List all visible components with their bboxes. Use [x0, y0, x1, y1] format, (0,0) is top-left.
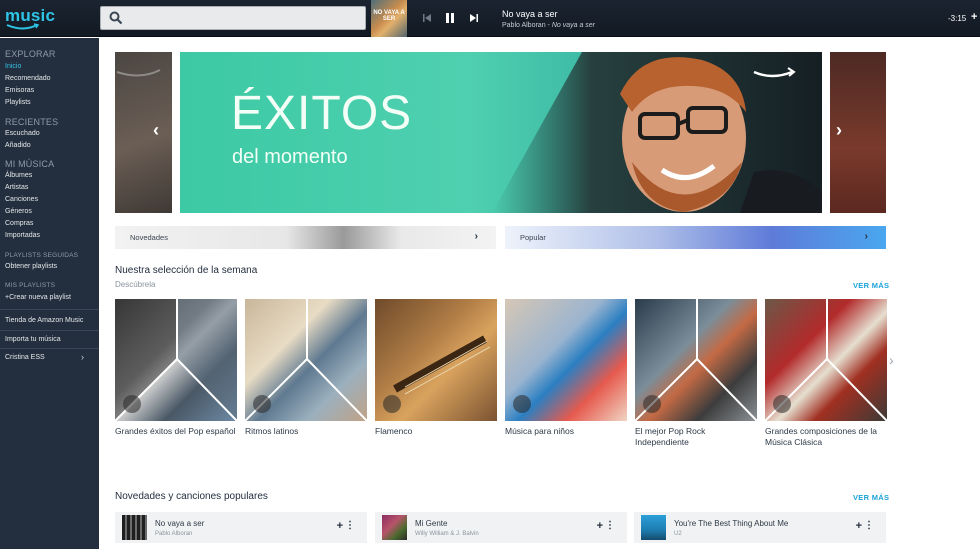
song-title: Mi Gente — [415, 519, 448, 528]
novedades-link[interactable]: Novedades › — [115, 226, 496, 249]
playlist-card-label[interactable]: Flamenco — [375, 426, 501, 437]
previous-track-icon[interactable] — [422, 10, 432, 26]
sidebar-item-playlists[interactable]: Playlists — [5, 99, 31, 106]
song-art — [641, 515, 666, 540]
create-playlist-link[interactable]: +Crear nueva playlist — [5, 294, 71, 301]
now-playing-album: No vaya a ser — [551, 22, 596, 29]
sidebar-item-artistas[interactable]: Artistas — [5, 184, 28, 191]
amazon-music-logo[interactable]: music — [5, 6, 55, 32]
song-artist[interactable]: U2 — [674, 531, 682, 537]
song-title: You're The Best Thing About Me — [674, 519, 789, 528]
song-art — [122, 515, 147, 540]
amazon-smile-icon — [116, 69, 161, 77]
playlist-card-label[interactable]: Música para niños — [505, 426, 631, 437]
section-title: Novedades y canciones populares — [115, 491, 268, 502]
next-track-icon[interactable] — [469, 10, 479, 26]
playlist-card[interactable] — [765, 299, 887, 421]
carousel-prev-arrow-icon[interactable]: ‹ — [153, 120, 159, 141]
sidebar-item-anadido[interactable]: Añadido — [5, 142, 31, 149]
sidebar-divider — [0, 330, 99, 331]
playlist-card[interactable] — [375, 299, 497, 421]
add-icon[interactable]: + — [597, 520, 603, 532]
sidebar-account[interactable]: Cristina ESS — [5, 354, 45, 361]
now-playing-subtitle[interactable]: Pablo Alboran - No vaya a ser — [502, 22, 595, 29]
now-playing-title[interactable]: No vaya a ser — [502, 9, 558, 19]
hero-subtitle: del momento — [232, 146, 348, 168]
sidebar: EXPLORAR Inicio Recomendado Emisoras Pla… — [0, 38, 99, 549]
chevron-right-icon[interactable]: › — [81, 352, 84, 362]
sidebar-item-emisoras[interactable]: Emisoras — [5, 87, 34, 94]
time-remaining: -3:15 — [948, 14, 967, 23]
sidebar-heading-recent: RECIENTES — [5, 117, 59, 127]
now-playing-album-art[interactable]: NO VAYA A SER — [371, 0, 407, 37]
sidebar-heading-explore: EXPLORAR — [5, 49, 56, 59]
sidebar-divider — [0, 309, 99, 310]
pill-label: Popular — [520, 233, 546, 242]
sidebar-item-escuchado[interactable]: Escuchado — [5, 130, 40, 137]
radio-icon[interactable] — [773, 395, 791, 413]
song-row[interactable]: Mi Gente Willy William & J. Balvin + ⋮ — [375, 512, 627, 543]
search-icon — [109, 11, 123, 25]
add-icon[interactable]: + — [856, 520, 862, 532]
radio-icon[interactable] — [123, 395, 141, 413]
see-more-link[interactable]: VER MÁS — [853, 281, 889, 290]
song-row[interactable]: You're The Best Thing About Me U2 + ⋮ — [634, 512, 886, 543]
sidebar-item-importadas[interactable]: Importadas — [5, 232, 40, 239]
playlist-card[interactable] — [505, 299, 627, 421]
search-input[interactable] — [100, 6, 366, 30]
radio-icon[interactable] — [643, 395, 661, 413]
section-subtitle: Descúbrela — [115, 280, 156, 289]
sidebar-heading-followed: PLAYLISTS SEGUIDAS — [5, 252, 79, 259]
sidebar-item-recomendado[interactable]: Recomendado — [5, 75, 51, 82]
popular-link[interactable]: Popular › — [505, 226, 886, 249]
sidebar-divider — [0, 348, 99, 349]
song-art — [382, 515, 407, 540]
hero-banner[interactable]: ÉXITOS del momento — [180, 52, 822, 213]
song-title: No vaya a ser — [155, 519, 205, 528]
sidebar-heading-my-music: MI MÚSICA — [5, 159, 55, 169]
playlist-card[interactable] — [115, 299, 237, 421]
album-art-text: NO VAYA A SER — [373, 10, 405, 22]
more-options-icon[interactable]: ⋮ — [605, 520, 615, 531]
radio-icon[interactable] — [383, 395, 401, 413]
more-options-icon[interactable]: ⋮ — [345, 520, 355, 531]
song-artist[interactable]: Willy William & J. Balvin — [415, 531, 479, 537]
artist-photo — [492, 52, 822, 213]
add-icon[interactable]: + — [337, 520, 343, 532]
sidebar-item-import[interactable]: Importa tu música — [5, 336, 61, 343]
see-more-link[interactable]: VER MÁS — [853, 493, 889, 502]
now-playing-artist: Pablo Alboran — [502, 22, 546, 29]
sidebar-item-generos[interactable]: Géneros — [5, 208, 32, 215]
row-next-arrow-icon[interactable]: › — [889, 352, 894, 368]
song-artist[interactable]: Pablo Alboran — [155, 531, 192, 537]
smile-icon — [6, 23, 40, 30]
sidebar-item-inicio[interactable]: Inicio — [5, 63, 21, 70]
playlist-card[interactable] — [635, 299, 757, 421]
pause-icon[interactable] — [444, 10, 456, 26]
sidebar-heading-my-playlists: MIS PLAYLISTS — [5, 282, 56, 289]
playlist-card-label[interactable]: Grandes composiciones de la Música Clási… — [765, 426, 891, 448]
playlist-card[interactable] — [245, 299, 367, 421]
carousel-next-arrow-icon[interactable]: › — [836, 120, 842, 141]
radio-icon[interactable] — [513, 395, 531, 413]
top-bar: music NO VAYA A SER No vaya a ser Pablo … — [0, 0, 980, 37]
playlist-card-label[interactable]: Ritmos latinos — [245, 426, 371, 437]
sidebar-item-canciones[interactable]: Canciones — [5, 196, 38, 203]
hero-title: ÉXITOS — [231, 87, 413, 140]
playlist-card-label[interactable]: El mejor Pop Rock Independiente — [635, 426, 761, 448]
chevron-right-icon: › — [864, 231, 868, 242]
song-row[interactable]: No vaya a ser Pablo Alboran + ⋮ — [115, 512, 367, 543]
more-options-icon[interactable]: ⋮ — [864, 520, 874, 531]
playlist-card-label[interactable]: Grandes éxitos del Pop español — [115, 426, 241, 437]
add-to-library-button[interactable]: + — [971, 11, 977, 23]
sidebar-item-obtener-playlists[interactable]: Obtener playlists — [5, 263, 57, 270]
sidebar-item-compras[interactable]: Compras — [5, 220, 33, 227]
section-title: Nuestra selección de la semana — [115, 265, 258, 276]
carousel-prev-slide[interactable] — [115, 52, 172, 213]
sidebar-item-albumes[interactable]: Álbumes — [5, 172, 32, 179]
chevron-right-icon: › — [474, 231, 478, 242]
radio-icon[interactable] — [253, 395, 271, 413]
sidebar-item-store[interactable]: Tienda de Amazon Music — [5, 317, 83, 324]
pill-label: Novedades — [130, 233, 168, 242]
